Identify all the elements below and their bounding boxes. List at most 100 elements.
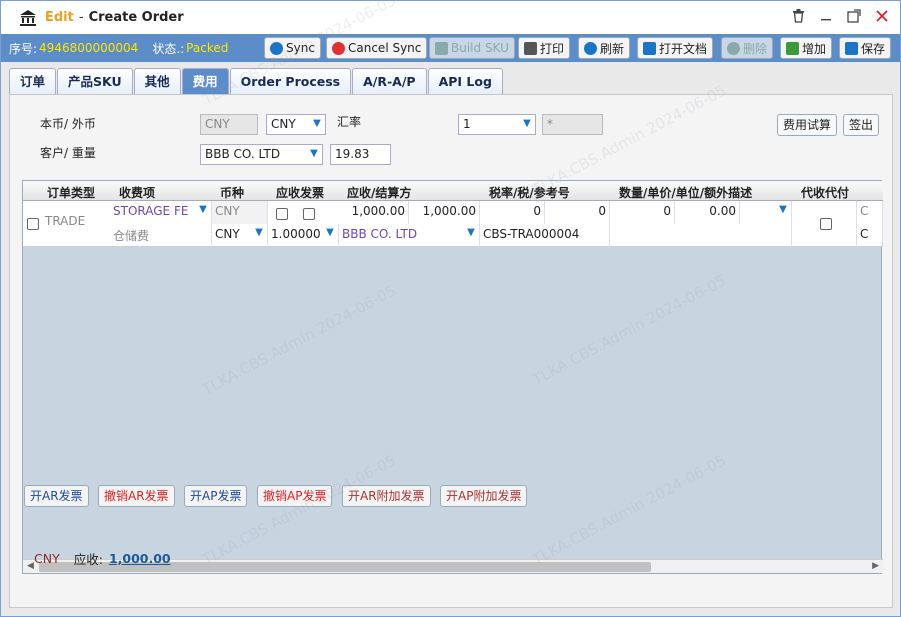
bank-icon (20, 9, 36, 26)
build-sku-button[interactable]: Build SKU (429, 37, 515, 59)
amount-2[interactable]: 1,000.00 (409, 201, 480, 224)
tax[interactable]: 0 (545, 201, 610, 224)
open-ar-extra-invoice-button[interactable]: 开AR附加发票 (342, 485, 431, 507)
open-doc-button[interactable]: 打开文档 (637, 37, 714, 59)
minimize-icon[interactable] (818, 8, 834, 24)
scroll-right-icon[interactable]: ▶ (872, 561, 879, 571)
chevron-down-icon: ▼ (326, 227, 334, 238)
build-sku-label: Build SKU (451, 41, 509, 55)
row-select-checkbox[interactable] (27, 218, 39, 230)
save-button[interactable]: 保存 (839, 37, 892, 59)
party-select[interactable]: BBB CO. LTD ▼ (339, 224, 480, 247)
seq-label: 序号: (9, 41, 38, 56)
quantity[interactable]: 0 (610, 201, 675, 224)
add-button[interactable]: 增加 (780, 37, 833, 59)
currency-select[interactable]: CNY ▼ (212, 224, 268, 247)
grid-footer: CNY 应收: 1,000.00 (22, 544, 171, 572)
signout-button[interactable]: 签出 (843, 114, 880, 136)
delete-icon (727, 41, 740, 55)
receivable-value: 1,000.00 (108, 550, 171, 566)
currency-value: CNY (215, 227, 240, 241)
header-charge-item: 收费项 (119, 186, 156, 200)
close-icon[interactable] (874, 8, 890, 24)
fee-calc-button[interactable]: 费用试算 (777, 114, 838, 136)
open-doc-icon (643, 41, 656, 55)
order-type: TRADE (45, 214, 86, 228)
chevron-down-icon: ▼ (255, 227, 263, 238)
chevron-down-icon: ▼ (310, 148, 318, 159)
currency-label: 本币/ 外币 (40, 117, 96, 131)
add-icon (786, 41, 799, 55)
title-separator: - (78, 10, 84, 25)
chevron-down-icon: ▼ (467, 227, 475, 238)
tab-fees[interactable]: 费用 (181, 68, 229, 94)
header-currency: 币种 (220, 186, 245, 200)
open-ap-invoice-button[interactable]: 开AP发票 (184, 485, 248, 507)
cancel-ar-invoice-button[interactable]: 撤销AR发票 (98, 485, 175, 507)
tab-other[interactable]: 其他 (133, 68, 181, 94)
refresh-button[interactable]: 刷新 (578, 37, 631, 59)
header-ar-invoice: 应收发票 (276, 186, 325, 200)
weight-input[interactable]: 19.83 (330, 144, 391, 165)
tab-api-log[interactable]: API Log (427, 68, 503, 94)
sync-icon (270, 41, 283, 55)
open-doc-label: 打开文档 (659, 41, 708, 56)
header-collect: 代收代付 (801, 186, 850, 200)
extra-col-bottom: C (856, 224, 883, 247)
trash-icon[interactable] (790, 8, 806, 24)
cancel-sync-button[interactable]: Cancel Sync (326, 37, 428, 59)
table-row[interactable]: TRADE STORAGE FE ▼ 仓储费 CNY CNY ▼ 1.00000 ▼ … (23, 201, 883, 247)
refresh-icon (584, 41, 597, 55)
amount-1[interactable]: 1,000.00 (339, 201, 409, 224)
rate-cell-select[interactable]: 1.00000 ▼ (268, 224, 339, 247)
customer-value: BBB CO. LTD (205, 147, 281, 161)
save-label: 保存 (861, 41, 886, 56)
open-ap-extra-invoice-button[interactable]: 开AP附加发票 (440, 485, 528, 507)
add-label: 增加 (802, 41, 827, 56)
charge-item-cn: 仓储费 (110, 224, 212, 247)
extra-col-top: C (856, 201, 883, 224)
fees-panel: 本币/ 外币 CNY CNY ▼ 汇率 1 ▼ * 客户/ 重量 BBB CO. L… (9, 94, 893, 608)
header-quantity: 数量/单价/单位/额外描述 (619, 186, 753, 200)
maximize-icon[interactable] (846, 8, 862, 24)
charge-item-select[interactable]: STORAGE FE ▼ (110, 201, 212, 224)
open-ar-invoice-button[interactable]: 开AR发票 (24, 485, 89, 507)
foreign-currency-value: CNY (271, 117, 296, 131)
customer-select[interactable]: BBB CO. LTD ▼ (200, 144, 323, 165)
unit-select[interactable]: ▼ (740, 201, 792, 224)
header-tax: 税率/税/参考号 (489, 186, 570, 200)
tax-rate[interactable]: 0 (480, 201, 545, 224)
foreign-currency-select[interactable]: CNY ▼ (266, 114, 326, 135)
cancel-sync-label: Cancel Sync (348, 41, 422, 55)
cancel-ap-invoice-button[interactable]: 撤销AP发票 (257, 485, 333, 507)
status-value: Packed (186, 41, 229, 55)
unit-price[interactable]: 0.00 (675, 201, 740, 224)
print-button[interactable]: 打印 (518, 37, 571, 59)
charge-item-value: STORAGE FE (113, 204, 189, 218)
sync-label: Sync (286, 41, 315, 55)
reference-no[interactable]: CBS-TRA000004 (480, 224, 610, 247)
save-disk-icon (435, 41, 448, 55)
tab-order-process[interactable]: Order Process (229, 68, 352, 94)
chevron-down-icon: ▼ (313, 118, 321, 129)
rate-select[interactable]: 1 ▼ (458, 114, 536, 135)
tab-order[interactable]: 订单 (9, 68, 57, 94)
cancel-icon (332, 41, 345, 55)
grid-header: 订单类型 收费项 币种 应收发票 应收/结算方 税率/税/参考号 数量/单价/单… (23, 181, 883, 201)
seq-value: 4946800000004 (39, 41, 139, 55)
header-order-type: 订单类型 (47, 186, 96, 200)
tab-product-sku[interactable]: 产品SKU (57, 68, 133, 94)
save-icon (845, 41, 858, 55)
tab-ar-ap[interactable]: A/R-A/P (352, 68, 427, 94)
header-receivable: 应收/结算方 (347, 186, 412, 200)
customer-label: 客户/ 重量 (40, 146, 96, 160)
tab-bar: 订单 产品SKU 其他 费用 Order Process A/R-A/P API… (9, 68, 504, 94)
extra-description[interactable] (610, 224, 792, 247)
ap-invoice-checkbox[interactable] (303, 208, 315, 220)
delete-button[interactable]: 删除 (721, 37, 774, 59)
sync-button[interactable]: Sync (264, 37, 321, 59)
collect-checkbox[interactable] (820, 218, 832, 230)
print-label: 打印 (540, 41, 565, 56)
ar-invoice-checkbox[interactable] (276, 208, 288, 220)
rate-value: 1 (463, 117, 471, 131)
